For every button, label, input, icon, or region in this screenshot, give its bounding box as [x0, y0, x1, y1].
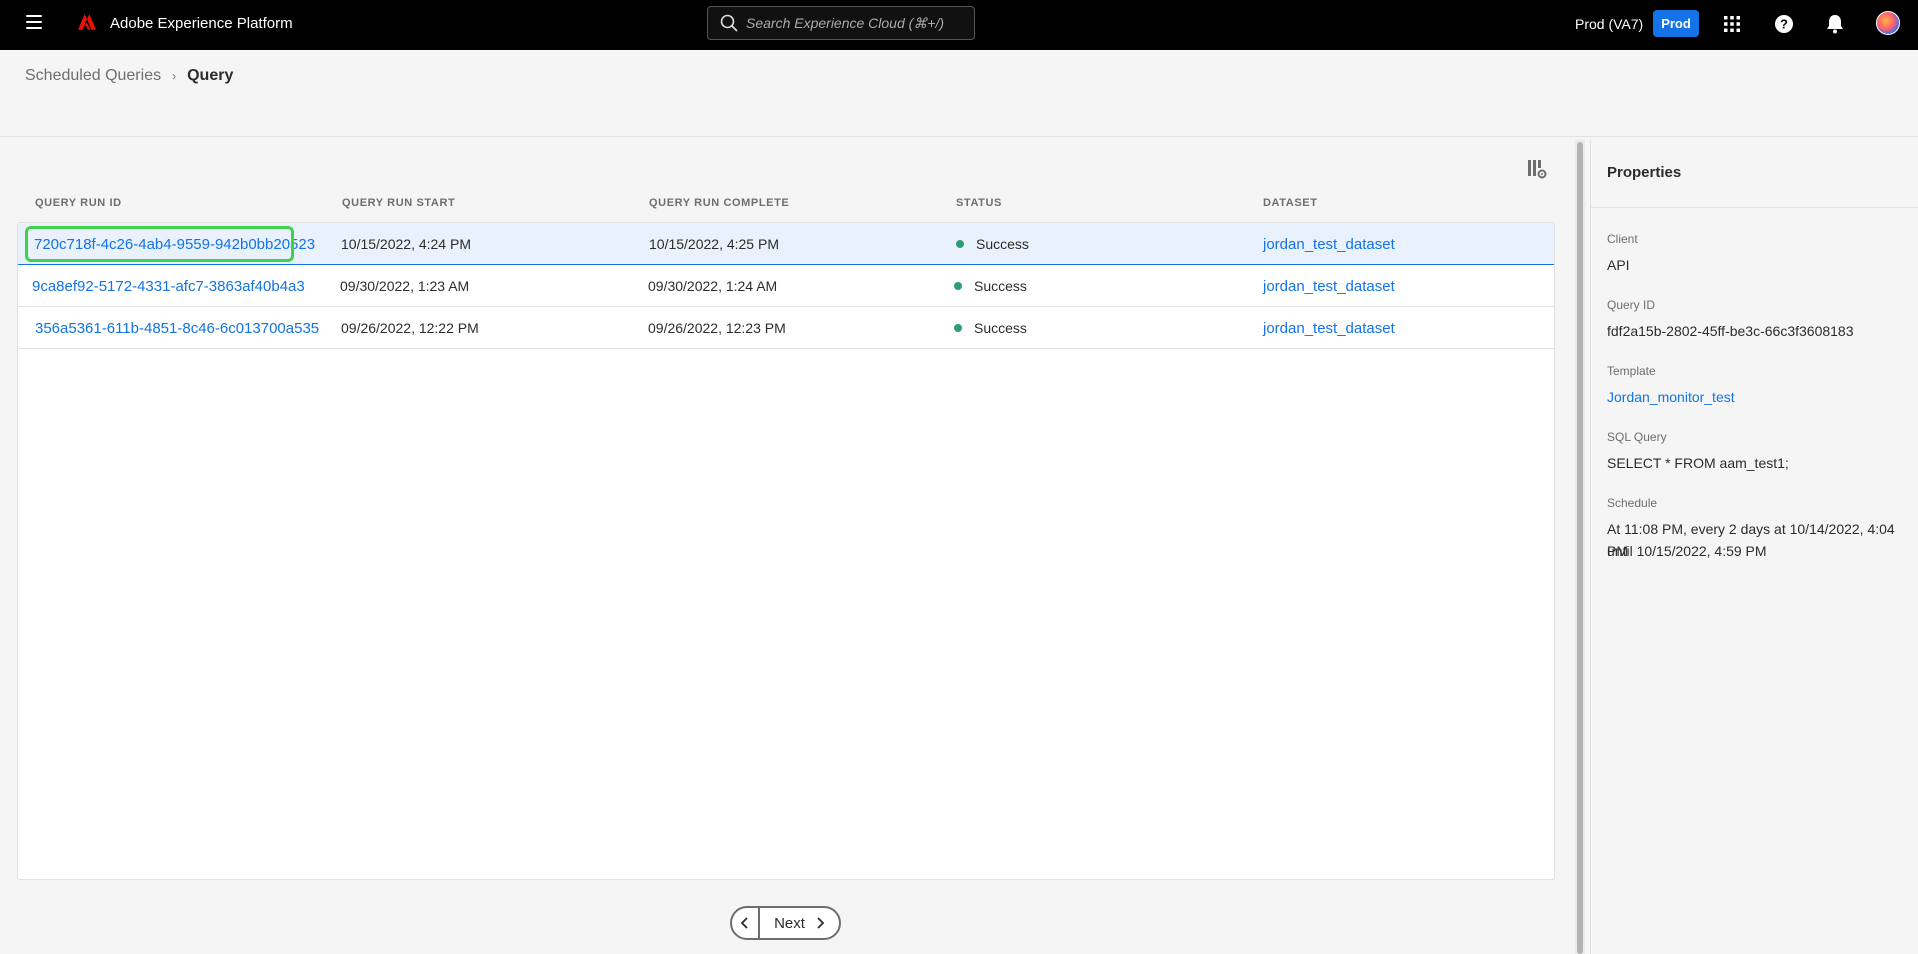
table-row[interactable]: 9ca8ef92-5172-4331-afc7-3863af40b4a3 09/… [18, 265, 1554, 307]
status-dot-icon [956, 240, 964, 248]
search-icon [720, 14, 738, 32]
query-id-value: fdf2a15b-2802-45ff-be3c-66c3f3608183 [1607, 323, 1854, 339]
chevron-left-icon [740, 917, 748, 929]
breadcrumb: Scheduled Queries › Query [25, 67, 233, 85]
query-run-complete: 09/26/2022, 12:23 PM [648, 320, 786, 336]
chevron-right-icon [817, 917, 825, 929]
svg-text:?: ? [1780, 17, 1788, 32]
query-run-start: 09/30/2022, 1:23 AM [340, 278, 470, 294]
search-input[interactable] [746, 15, 966, 31]
search-bar[interactable] [707, 6, 975, 40]
properties-panel: Properties Client API Query ID fdf2a15b-… [1590, 140, 1918, 954]
top-nav-bar: Adobe Experience Platform Prod (VA7) Pro… [0, 0, 1918, 50]
pagination: Next [730, 906, 841, 940]
status-cell: Success [954, 278, 1027, 294]
dataset-link[interactable]: jordan_test_dataset [1263, 278, 1395, 295]
column-header-query-run-id[interactable]: QUERY RUN ID [35, 197, 122, 209]
column-settings-icon[interactable] [1526, 158, 1548, 180]
help-icon[interactable]: ? [1773, 13, 1795, 35]
next-page-button[interactable]: Next [760, 915, 839, 932]
schedule-line-2: until 10/15/2022, 4:59 PM [1607, 543, 1767, 559]
query-id-label: Query ID [1607, 298, 1656, 312]
sql-query-label: SQL Query [1607, 430, 1667, 444]
table-row[interactable]: 720c718f-4c26-4ab4-9559-942b0bb20523 10/… [18, 223, 1554, 265]
status-dot-icon [954, 324, 962, 332]
scrollbar[interactable] [1577, 142, 1583, 954]
breadcrumb-current: Query [187, 67, 234, 84]
query-run-start: 09/26/2022, 12:22 PM [341, 320, 479, 336]
apps-grid-icon[interactable] [1721, 13, 1743, 35]
org-switcher[interactable]: Prod (VA7) [1575, 16, 1643, 32]
column-header-status[interactable]: STATUS [956, 197, 1002, 209]
menu-icon[interactable] [26, 15, 42, 29]
next-label: Next [774, 914, 805, 932]
query-run-complete: 10/15/2022, 4:25 PM [649, 236, 779, 252]
chevron-right-icon: › [172, 69, 177, 83]
query-run-complete: 09/30/2022, 1:24 AM [648, 278, 778, 294]
status-text: Success [974, 278, 1027, 294]
header-divider [0, 136, 1918, 137]
client-value: API [1607, 257, 1630, 273]
query-run-id-link[interactable]: 720c718f-4c26-4ab4-9559-942b0bb20523 [34, 236, 315, 253]
previous-page-button[interactable] [732, 908, 760, 938]
template-link[interactable]: Jordan_monitor_test [1607, 386, 1912, 408]
query-run-start: 10/15/2022, 4:24 PM [341, 236, 471, 252]
column-header-dataset[interactable]: DATASET [1263, 197, 1318, 209]
query-run-id-link[interactable]: 9ca8ef92-5172-4331-afc7-3863af40b4a3 [32, 278, 305, 295]
table-row[interactable]: 356a5361-611b-4851-8c46-6c013700a535 09/… [18, 307, 1554, 349]
breadcrumb-scheduled-queries[interactable]: Scheduled Queries [25, 67, 161, 85]
status-text: Success [974, 320, 1027, 336]
query-run-id-link[interactable]: 356a5361-611b-4851-8c46-6c013700a535 [35, 320, 319, 337]
dataset-link[interactable]: jordan_test_dataset [1263, 320, 1395, 337]
avatar[interactable] [1876, 11, 1900, 35]
status-cell: Success [956, 236, 1029, 252]
dataset-link[interactable]: jordan_test_dataset [1263, 236, 1395, 253]
column-header-query-run-complete[interactable]: QUERY RUN COMPLETE [649, 197, 789, 209]
column-header-query-run-start[interactable]: QUERY RUN START [342, 197, 455, 209]
app-title[interactable]: Adobe Experience Platform [110, 15, 293, 32]
properties-title: Properties [1607, 164, 1682, 181]
status-text: Success [976, 236, 1029, 252]
sql-query-value: SELECT * FROM aam_test1; [1607, 455, 1789, 471]
properties-divider [1591, 207, 1918, 208]
client-label: Client [1607, 232, 1638, 246]
adobe-logo[interactable] [78, 14, 96, 30]
template-label: Template [1607, 364, 1656, 378]
environment-badge[interactable]: Prod [1653, 10, 1699, 37]
status-dot-icon [954, 282, 962, 290]
schedule-label: Schedule [1607, 496, 1658, 510]
bell-icon[interactable] [1824, 13, 1846, 35]
status-cell: Success [954, 320, 1027, 336]
